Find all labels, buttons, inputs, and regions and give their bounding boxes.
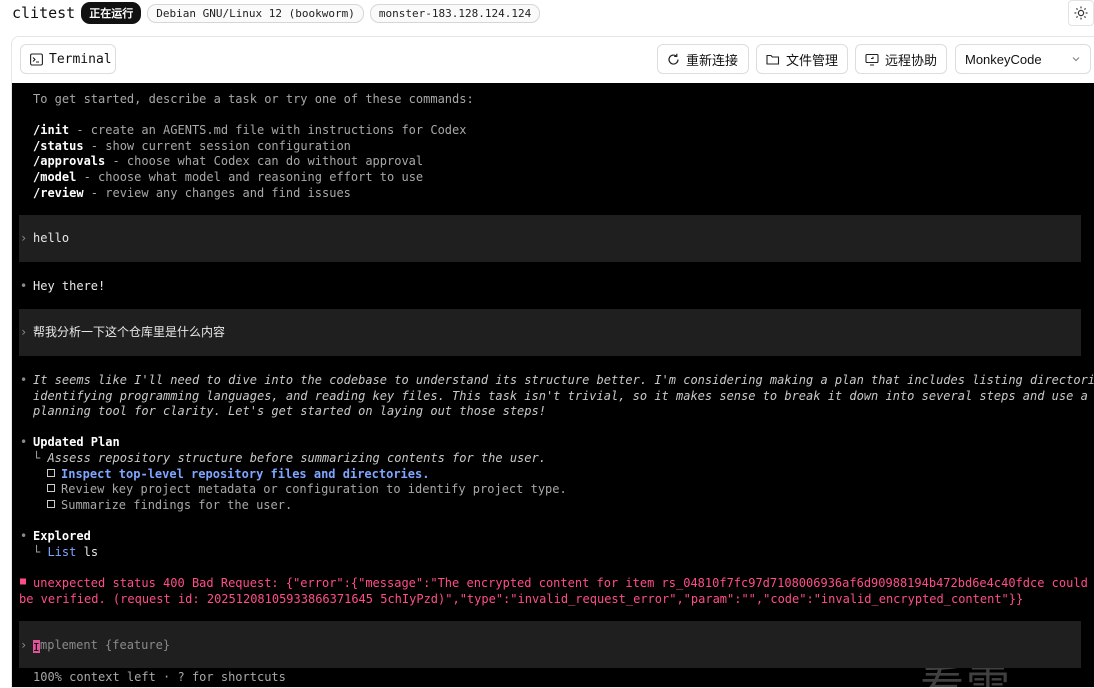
- plan-note: Assess repository structure before summa…: [47, 451, 546, 465]
- plan-item-text: Summarize findings for the user.: [61, 498, 293, 512]
- terminal-panel: Terminal 重新连接 文件管理 远程协助 MonkeyCode To ge…: [11, 36, 1094, 688]
- input-placeholder: mplement {feature}: [40, 638, 171, 652]
- command-item: /status - show current session configura…: [33, 139, 351, 154]
- status-badge: 正在运行: [81, 2, 142, 24]
- monitor-share-icon: [865, 53, 879, 66]
- explored-title: Explored: [33, 529, 91, 543]
- plan-item-text: Review key project metadata or configura…: [61, 482, 567, 496]
- plan-title: Updated Plan: [33, 435, 120, 449]
- footer-hint: 100% context left · ? for shortcuts: [33, 670, 286, 684]
- intro-text: To get started, describe a task or try o…: [33, 92, 474, 106]
- assistant-reply: Hey there!: [33, 279, 106, 293]
- command-name: /review: [33, 186, 84, 200]
- user-message: hello: [33, 231, 70, 245]
- bullet-dot: •: [20, 279, 28, 293]
- explored-arg: ls: [83, 545, 99, 559]
- command-name: /approvals: [33, 154, 106, 168]
- file-manager-label: 文件管理: [786, 52, 839, 68]
- thinking-text: planning tool for clarity. Let's get sta…: [33, 404, 546, 418]
- folder-icon: [766, 54, 780, 65]
- plan-note-row: └ Assess repository structure before sum…: [33, 451, 546, 465]
- toolbar: Terminal 重新连接 文件管理 远程协助 MonkeyCode: [12, 37, 1094, 84]
- prompt-chevron: ›: [20, 325, 28, 339]
- plan-item: Summarize findings for the user.: [47, 498, 292, 513]
- text-cursor: I: [33, 640, 40, 654]
- bullet-dot: •: [20, 373, 28, 387]
- os-badge: Debian GNU/Linux 12 (bookworm): [147, 3, 364, 23]
- remote-assist-label: 远程协助: [885, 52, 938, 68]
- host-badge: monster-183.128.124.124: [369, 3, 541, 23]
- explored-cmd: List: [47, 545, 77, 559]
- command-desc: - choose what model and reasoning effort…: [76, 170, 424, 184]
- bullet-dot: •: [20, 529, 28, 543]
- app-name: clitest: [12, 4, 76, 22]
- command-name: /init: [33, 123, 70, 137]
- bullet-dot: •: [20, 435, 28, 449]
- command-item: /init - create an AGENTS.md file with in…: [33, 123, 466, 138]
- command-item: /model - choose what model and reasoning…: [33, 170, 423, 185]
- command-name: /model: [33, 170, 77, 184]
- input-block[interactable]: › Implement {feature}: [19, 621, 1081, 668]
- user-message-block: › hello: [19, 215, 1081, 262]
- reconnect-label: 重新连接: [686, 52, 739, 68]
- command-name: /status: [33, 139, 84, 153]
- user-message: 帮我分析一下这个仓库里是什么内容: [33, 325, 226, 339]
- tool-select[interactable]: MonkeyCode: [955, 44, 1091, 74]
- thinking-text: identifying programming languages, and r…: [33, 389, 1088, 403]
- plan-item-text: Inspect top-level repository files and d…: [61, 467, 430, 481]
- reconnect-button[interactable]: 重新连接: [657, 44, 749, 74]
- remote-assist-button[interactable]: 远程协助: [855, 44, 947, 74]
- tab-terminal-label: Terminal: [49, 51, 112, 67]
- command-item: /approvals - choose what Codex can do wi…: [33, 154, 423, 169]
- sun-icon: [1074, 6, 1088, 20]
- chevron-down-icon: [1072, 57, 1080, 62]
- command-desc: - show current session configuration: [83, 139, 351, 153]
- theme-toggle-button[interactable]: [1068, 0, 1094, 26]
- prompt-chevron: ›: [20, 638, 28, 652]
- explored-row: └ List ls: [33, 545, 99, 559]
- command-desc: - review any changes and find issues: [83, 186, 351, 200]
- thinking-text: It seems like I'll need to dive into the…: [33, 373, 1094, 387]
- top-bar: clitest 正在运行 Debian GNU/Linux 12 (bookwo…: [0, 0, 1094, 26]
- file-manager-button[interactable]: 文件管理: [756, 44, 848, 74]
- checkbox-icon: [47, 484, 55, 492]
- input-field[interactable]: Implement {feature}: [33, 638, 171, 654]
- checkbox-icon: [47, 469, 55, 477]
- terminal-output[interactable]: To get started, describe a task or try o…: [12, 83, 1094, 687]
- error-icon: ■: [20, 576, 27, 587]
- tool-select-value: MonkeyCode: [965, 51, 1042, 67]
- checkbox-icon: [47, 500, 55, 508]
- terminal-icon: [30, 52, 43, 66]
- tab-terminal[interactable]: Terminal: [20, 44, 116, 74]
- error-message: unexpected status 400 Bad Request: {"err…: [33, 576, 1094, 590]
- command-item: /review - review any changes and find is…: [33, 186, 351, 201]
- command-desc: - create an AGENTS.md file with instruct…: [69, 123, 467, 137]
- prompt-chevron: ›: [20, 231, 28, 245]
- refresh-icon: [668, 53, 679, 65]
- plan-item: Review key project metadata or configura…: [47, 482, 567, 497]
- command-desc: - choose what Codex can do without appro…: [105, 154, 424, 168]
- user-message-block: › 帮我分析一下这个仓库里是什么内容: [19, 309, 1081, 356]
- error-message: be verified. (request id: 20251208105933…: [19, 592, 1024, 606]
- plan-item: Inspect top-level repository files and d…: [47, 467, 429, 482]
